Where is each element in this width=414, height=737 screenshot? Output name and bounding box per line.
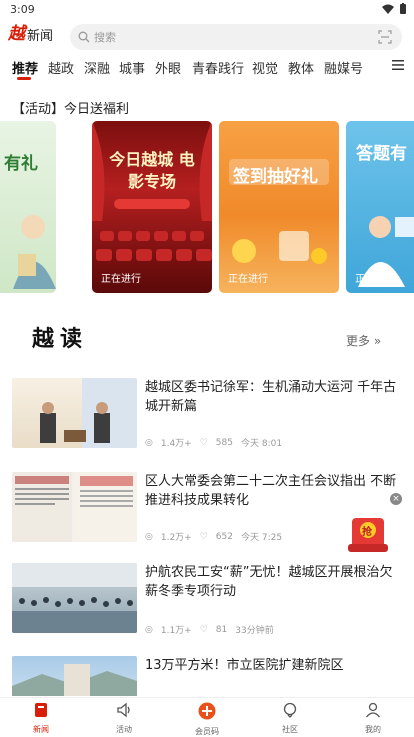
badge-text: 抢 — [362, 527, 372, 538]
like-count: 585 — [215, 437, 233, 448]
tab-chengshi[interactable]: 城事 — [119, 58, 145, 77]
view-count: 1.2万+ — [160, 533, 192, 543]
active-tab-indicator — [17, 77, 31, 80]
publish-time: 今天 7:25 — [240, 533, 283, 543]
tab-shenrong[interactable]: 深融 — [84, 58, 110, 77]
publish-time: 今天 8:01 — [240, 439, 283, 449]
plus-circle-icon — [198, 702, 216, 720]
like-icon: ♡ — [199, 624, 208, 635]
search-bar[interactable]: 搜索 — [70, 24, 402, 50]
activity-card[interactable]: 签到抽好礼 正在进行 — [219, 121, 339, 293]
view-count-icon: ◎ — [145, 531, 153, 542]
activity-carousel[interactable]: 有礼 今日越城 电影专场 正在进行 签到抽好礼 正在进行 答题有 正在进行 — [0, 121, 414, 293]
news-thumbnail — [12, 563, 137, 633]
view-count: 1.1万+ — [160, 626, 192, 636]
scan-icon[interactable] — [378, 30, 392, 44]
view-count-icon: ◎ — [145, 624, 153, 635]
activity-card-title: 有礼 — [4, 154, 38, 174]
activity-card[interactable]: 有礼 — [0, 121, 56, 293]
newspaper-illustration — [12, 472, 137, 542]
status-bar: 3:09 — [0, 0, 414, 20]
nav-member-code[interactable]: 会员码 — [177, 702, 237, 737]
news-title: 13万平方米！市立医院扩建新院区 — [145, 658, 344, 673]
news-thumbnail — [12, 656, 137, 696]
scholar-illustration — [13, 215, 56, 289]
header: 越 新闻 搜索 — [0, 20, 414, 54]
tab-shijue[interactable]: 视觉 — [252, 58, 278, 77]
like-icon: ♡ — [199, 437, 208, 448]
activity-section-title: 【活动】今日送福利 — [12, 102, 130, 117]
nav-community[interactable]: 社区 — [260, 702, 320, 735]
news-item[interactable]: 护航农民工安“薪”无忧！越城区开展根治欠薪冬季专项行动 ◎ 1.1万+ ♡ 81 3… — [0, 563, 414, 653]
activity-card-status: 正在进行 — [355, 274, 395, 285]
megaphone-icon — [117, 702, 130, 718]
channel-tabs: 推荐 越政 深融 城事 外眼 青春践行 视觉 教体 融媒号 — [0, 56, 414, 80]
search-icon — [78, 31, 90, 43]
news-icon — [35, 703, 47, 717]
nav-activity[interactable]: 活动 — [94, 702, 154, 735]
yuedu-section-title: 越读 — [32, 327, 89, 352]
community-icon — [283, 702, 297, 718]
activity-card-status: 正在进行 — [101, 274, 141, 285]
activity-card[interactable]: 答题有 正在进行 — [346, 121, 414, 293]
news-title: 区人大常委会第二十二次主任会议指出 不断推进科技成果转化 — [145, 474, 397, 508]
tab-recommend[interactable]: 推荐 — [12, 58, 38, 77]
activity-card-title: 签到抽好礼 — [233, 167, 318, 187]
news-item[interactable]: 13万平方米！市立医院扩建新院区 — [0, 656, 414, 696]
red-envelope-badge[interactable]: 抢 — [346, 512, 390, 554]
like-count: 652 — [215, 531, 233, 542]
news-thumbnail — [12, 378, 137, 448]
nav-news[interactable]: 新闻 — [11, 702, 71, 735]
tab-qingchun[interactable]: 青春践行 — [192, 58, 244, 77]
like-icon: ♡ — [199, 531, 208, 542]
news-title: 护航农民工安“薪”无忧！越城区开展根治欠薪冬季专项行动 — [145, 565, 393, 599]
battery-icon — [400, 3, 406, 14]
view-count: 1.4万+ — [160, 439, 192, 449]
tab-jiaoti[interactable]: 教体 — [288, 58, 314, 77]
activity-card-status: 正在进行 — [228, 274, 268, 285]
nav-profile[interactable]: 我的 — [343, 702, 403, 735]
float-close-button[interactable]: × — [390, 493, 402, 505]
hospital-illustration — [12, 664, 137, 696]
crowd-illustration — [12, 563, 137, 633]
tab-waiyan[interactable]: 外眼 — [155, 58, 181, 77]
tab-rongmeihao[interactable]: 融媒号 — [324, 58, 363, 77]
logo-text: 新闻 — [27, 29, 54, 44]
search-input[interactable]: 搜索 — [94, 29, 116, 45]
interview-illustration — [40, 378, 137, 448]
status-time: 3:09 — [10, 3, 35, 16]
menu-icon[interactable] — [392, 59, 404, 71]
like-count: 81 — [215, 624, 228, 635]
app-logo[interactable]: 越 新闻 — [8, 24, 54, 45]
activity-card-title: 今日越城 电影专场 — [109, 150, 195, 191]
publish-time: 33分钟前 — [235, 626, 274, 636]
wifi-icon — [382, 4, 394, 14]
tab-yuezheng[interactable]: 越政 — [48, 58, 74, 77]
activity-card[interactable]: 今日越城 电影专场 正在进行 — [92, 121, 212, 293]
user-icon — [365, 702, 381, 718]
view-count-icon: ◎ — [145, 437, 153, 448]
news-item[interactable]: 越城区委书记徐军：生机涌动大运河 千年古城开新篇 ◎ 1.4万+ ♡ 585 今天 … — [0, 378, 414, 468]
news-title: 越城区委书记徐军：生机涌动大运河 千年古城开新篇 — [145, 380, 397, 414]
more-link[interactable]: 更多 » — [346, 332, 381, 349]
theater-illustration — [92, 121, 212, 261]
logo-mark: 越 — [8, 24, 25, 44]
bottom-nav: 新闻 活动 会员码 社区 我的 — [0, 697, 414, 737]
news-thumbnail — [12, 472, 137, 542]
activity-card-title: 答题有 — [356, 144, 407, 164]
